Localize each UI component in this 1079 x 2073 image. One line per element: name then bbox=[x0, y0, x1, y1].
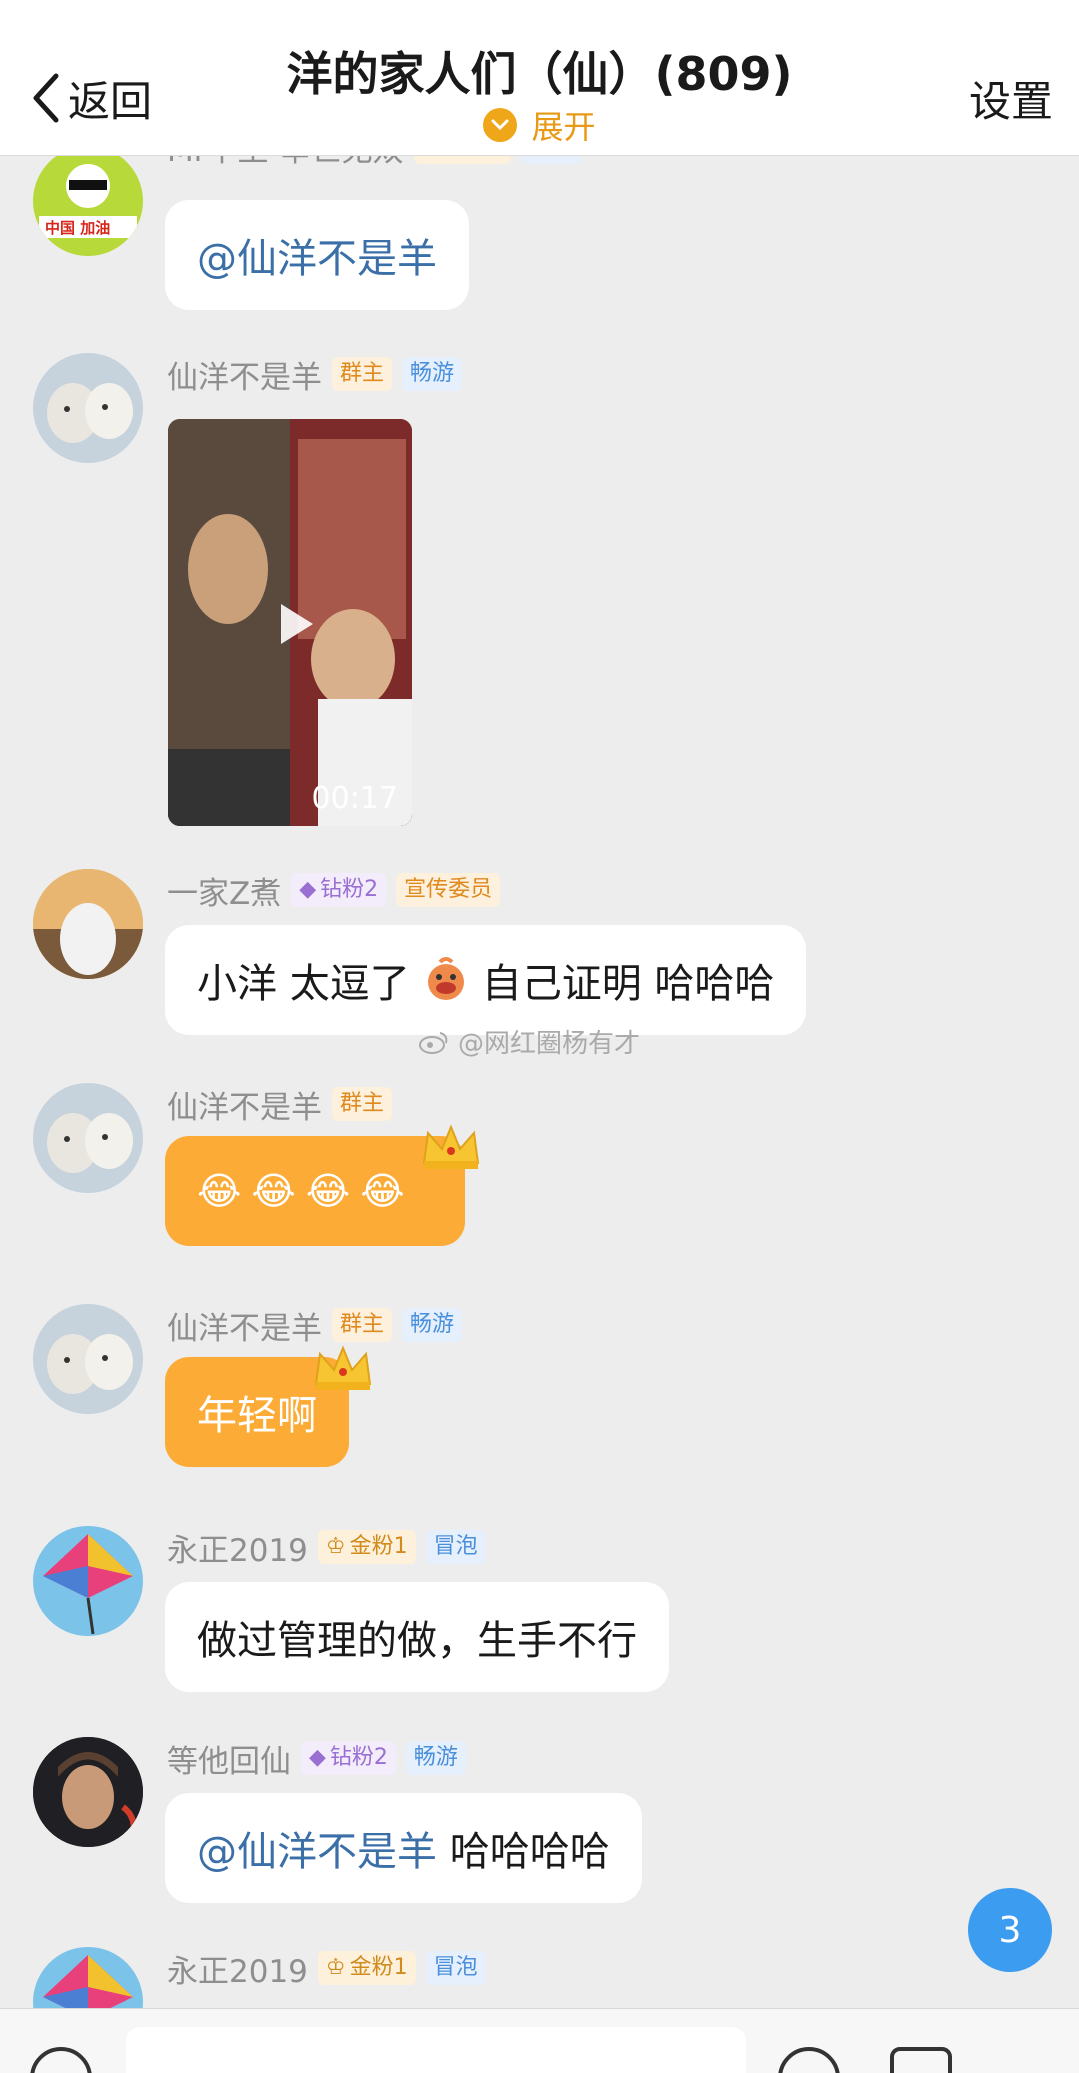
chat-title: 洋的家人们（仙）(809) bbox=[286, 47, 793, 101]
video-duration: 00:17 bbox=[311, 781, 398, 816]
message-meta: 仙洋不是羊 群主 畅游 bbox=[167, 353, 463, 396]
unread-count-badge[interactable]: 3 bbox=[968, 1888, 1052, 1972]
play-icon[interactable] bbox=[263, 594, 323, 654]
message-meta: 永正2019 ♔ 金粉1 冒泡 bbox=[167, 1947, 486, 1990]
avatar[interactable] bbox=[33, 1737, 143, 1847]
message-bubble[interactable]: 做过管理的做，生手不行 bbox=[165, 1582, 669, 1692]
role-badge: 宣传委员 bbox=[396, 873, 501, 907]
message-meta: 一家Z煮 ◆ 钻粉2 宣传委员 bbox=[167, 869, 501, 912]
avatar[interactable] bbox=[33, 1526, 143, 1636]
message-bubble[interactable]: @仙洋不是羊 哈哈哈哈 bbox=[165, 1793, 642, 1903]
fan-badge: ♔ 金粉1 bbox=[317, 1951, 416, 1985]
avatar[interactable] bbox=[33, 1083, 143, 1193]
mention-link[interactable]: @仙洋不是羊 bbox=[197, 226, 437, 284]
chevron-down-icon bbox=[483, 108, 518, 142]
message-meta: 等他回仙 ◆ 钻粉2 畅游 bbox=[167, 1737, 466, 1780]
message-text-continued: 自己证明 哈哈哈 bbox=[481, 961, 775, 1007]
crown-badge-icon: ♔ bbox=[325, 1955, 346, 1980]
owner-badge: 群主 bbox=[332, 1308, 393, 1342]
sender-name: 一家Z煮 bbox=[167, 875, 282, 912]
svg-text:中国 加油: 中国 加油 bbox=[45, 219, 110, 237]
message-text: 小洋 太逗了 bbox=[197, 961, 410, 1007]
message-text: 做过管理的做，生手不行 bbox=[197, 1618, 637, 1664]
message-meta: 永正2019 ♔ 金粉1 冒泡 bbox=[167, 1526, 486, 1569]
message-bubble[interactable]: @仙洋不是羊 bbox=[165, 200, 469, 310]
message-meta: 仙洋不是羊 群主 bbox=[167, 1083, 393, 1126]
avatar[interactable] bbox=[33, 353, 143, 463]
expand-label: 展开 bbox=[531, 108, 596, 146]
sender-name: 仙洋不是羊 bbox=[167, 1089, 322, 1126]
fan-badge: ◆ 钻粉2 bbox=[301, 1741, 396, 1775]
level-badge: 冒泡 bbox=[425, 1530, 486, 1564]
more-icon[interactable] bbox=[890, 2047, 952, 2073]
avatar[interactable] bbox=[33, 869, 143, 979]
level-badge: 冒泡 bbox=[425, 1951, 486, 1985]
sender-name: 永正2019 bbox=[167, 1532, 308, 1569]
avatar[interactable]: 中国 加油 bbox=[33, 146, 143, 256]
expand-button[interactable]: 展开 bbox=[0, 102, 1079, 148]
watermark: @网红圈杨有才 bbox=[418, 1023, 640, 1060]
message-bubble[interactable]: 小洋 太逗了 自己证明 哈哈哈 bbox=[165, 925, 807, 1035]
crown-badge-icon: ♔ bbox=[325, 1534, 346, 1559]
sender-name: 永正2019 bbox=[167, 1953, 308, 1990]
chat-header: 返回 洋的家人们（仙）(809) 展开 设置 bbox=[0, 0, 1079, 156]
sender-name: 仙洋不是羊 bbox=[167, 359, 322, 396]
video-message[interactable]: 00:17 bbox=[168, 419, 412, 826]
sender-name: 仙洋不是羊 bbox=[167, 1310, 322, 1347]
level-badge: 畅游 bbox=[402, 1308, 463, 1342]
diamond-badge-icon: ◆ bbox=[309, 1745, 326, 1770]
avatar[interactable] bbox=[33, 1304, 143, 1414]
emoji-icon[interactable] bbox=[778, 2047, 840, 2073]
settings-button[interactable]: 设置 bbox=[969, 68, 1053, 129]
fan-badge: ◆ 钻粉2 bbox=[291, 873, 387, 907]
input-bar bbox=[0, 2008, 1079, 2073]
owner-badge: 群主 bbox=[332, 357, 393, 391]
emoji-text: 😂😂😂😂 bbox=[197, 1169, 415, 1213]
message-meta: 仙洋不是羊 群主 畅游 bbox=[167, 1304, 463, 1347]
crown-icon bbox=[314, 1345, 372, 1390]
weibo-icon bbox=[419, 1031, 448, 1054]
message-input[interactable] bbox=[126, 2027, 746, 2073]
sender-name: 等他回仙 bbox=[167, 1743, 291, 1780]
message-text: 哈哈哈哈 bbox=[437, 1829, 610, 1875]
voice-icon[interactable] bbox=[30, 2047, 92, 2073]
owner-badge: 群主 bbox=[332, 1087, 393, 1121]
mention-link[interactable]: @仙洋不是羊 bbox=[197, 1819, 437, 1877]
diamond-badge-icon: ◆ bbox=[299, 877, 317, 902]
fan-badge: ♔ 金粉1 bbox=[317, 1530, 416, 1564]
laughing-emoji-icon bbox=[427, 957, 464, 1000]
level-badge: 畅游 bbox=[402, 357, 463, 391]
message-text: 年轻啊 bbox=[197, 1393, 317, 1439]
crown-icon bbox=[422, 1124, 480, 1169]
level-badge: 畅游 bbox=[405, 1741, 466, 1775]
